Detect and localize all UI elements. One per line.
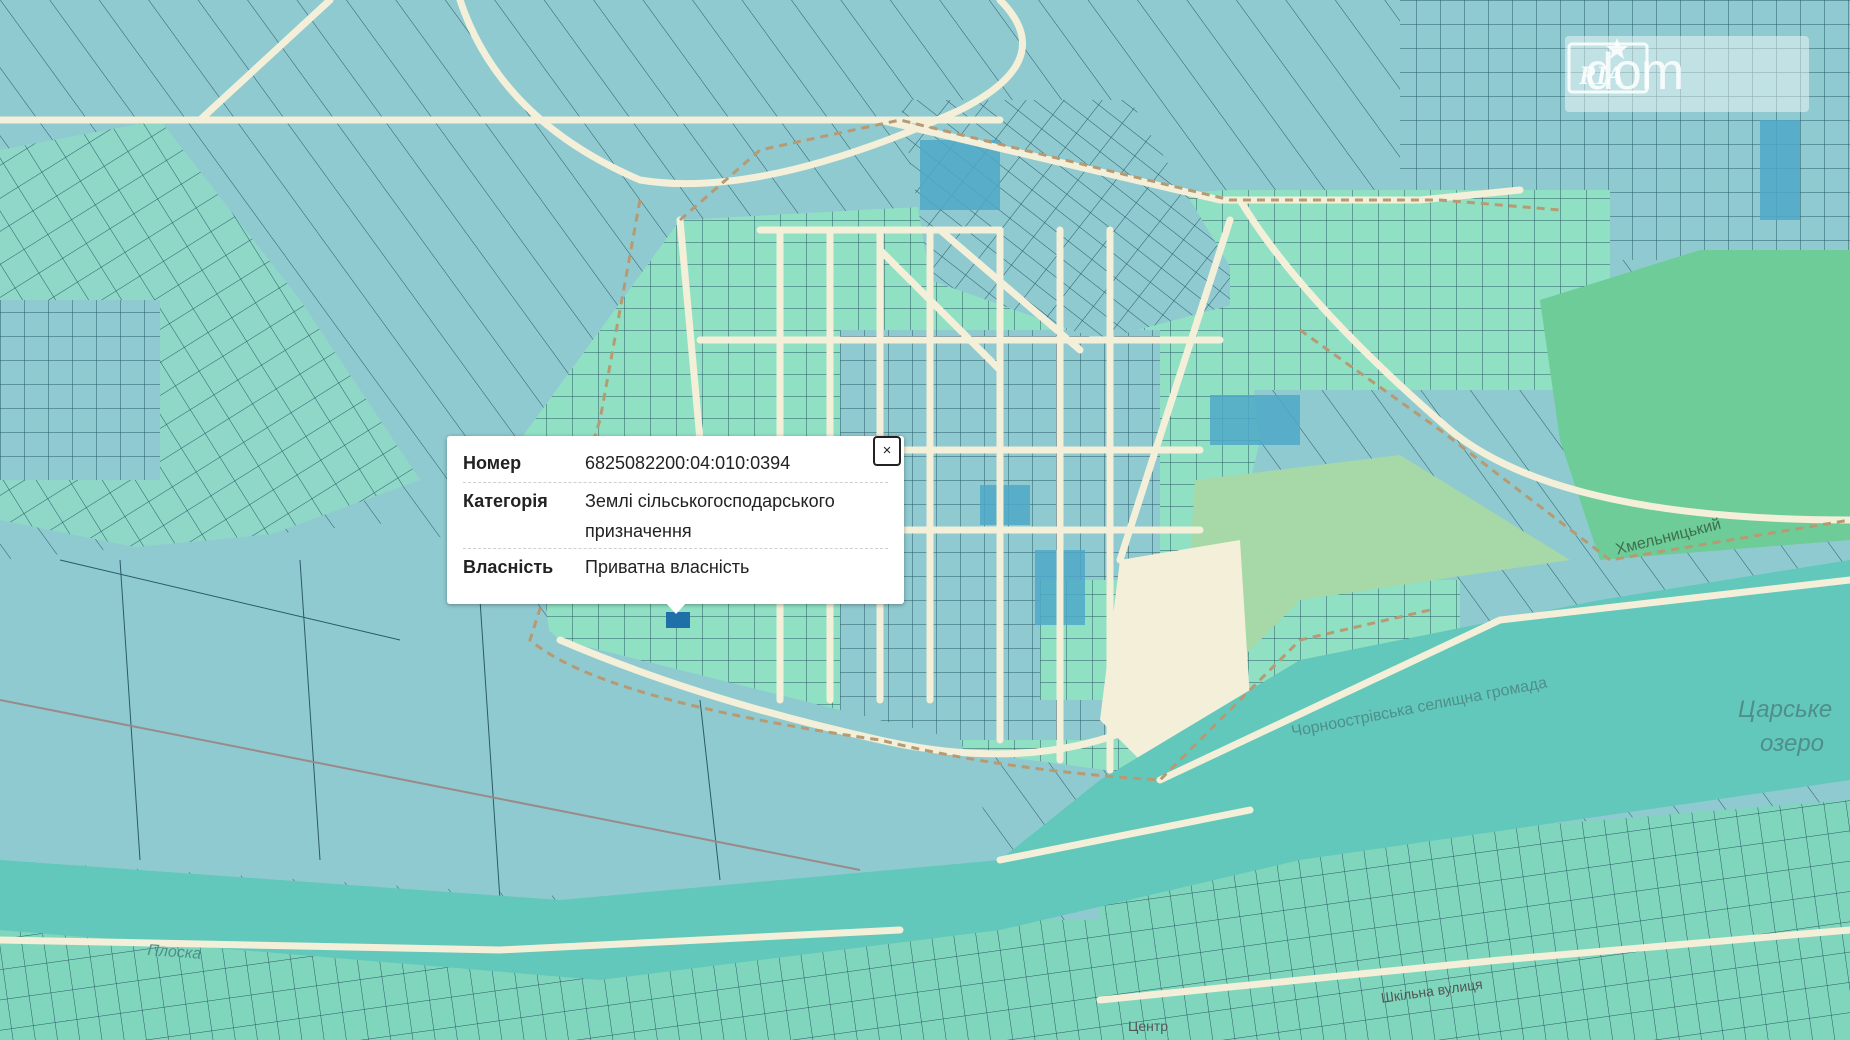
parcel-info-popup: × Номер 6825082200:04:010:0394 Категорія… [447, 436, 904, 614]
domria-logo: dom RIA [1565, 36, 1809, 112]
popup-value-ownership: Приватна власність [585, 557, 750, 577]
ria-logo-icon: RIA [1567, 38, 1649, 94]
popup-key-category: Категорія [463, 491, 548, 511]
popup-value-category: Землі сільськогосподарського призначення [585, 491, 835, 541]
parcel-dark [980, 485, 1030, 525]
lake-label-line1: Царське [1738, 696, 1833, 723]
river-label-west: Плоска [146, 942, 202, 963]
popup-row-category: Категорія Землі сільськогосподарського п… [463, 486, 888, 549]
lake-label-line2: озеро [1760, 730, 1825, 757]
selected-parcel[interactable] [666, 612, 690, 628]
popup-pointer [665, 602, 687, 614]
popup-key-number: Номер [463, 453, 522, 473]
center-label: Центр [1128, 1018, 1169, 1034]
parcels-far-west [0, 300, 160, 480]
map-canvas[interactable]: Чорноострівська селищна громада Царське … [0, 0, 1850, 1040]
svg-text:RIA: RIA [1578, 61, 1624, 90]
map-layer[interactable] [0, 0, 1850, 1040]
parcel-dark [1210, 395, 1300, 445]
popup-row-ownership: Власність Приватна власність [463, 552, 888, 586]
popup-row-number: Номер 6825082200:04:010:0394 [463, 448, 888, 483]
parcel-dark [1760, 120, 1800, 220]
popup-value-number: 6825082200:04:010:0394 [585, 453, 791, 473]
parcel-dark [920, 140, 1000, 210]
popup-key-ownership: Власність [463, 557, 554, 577]
